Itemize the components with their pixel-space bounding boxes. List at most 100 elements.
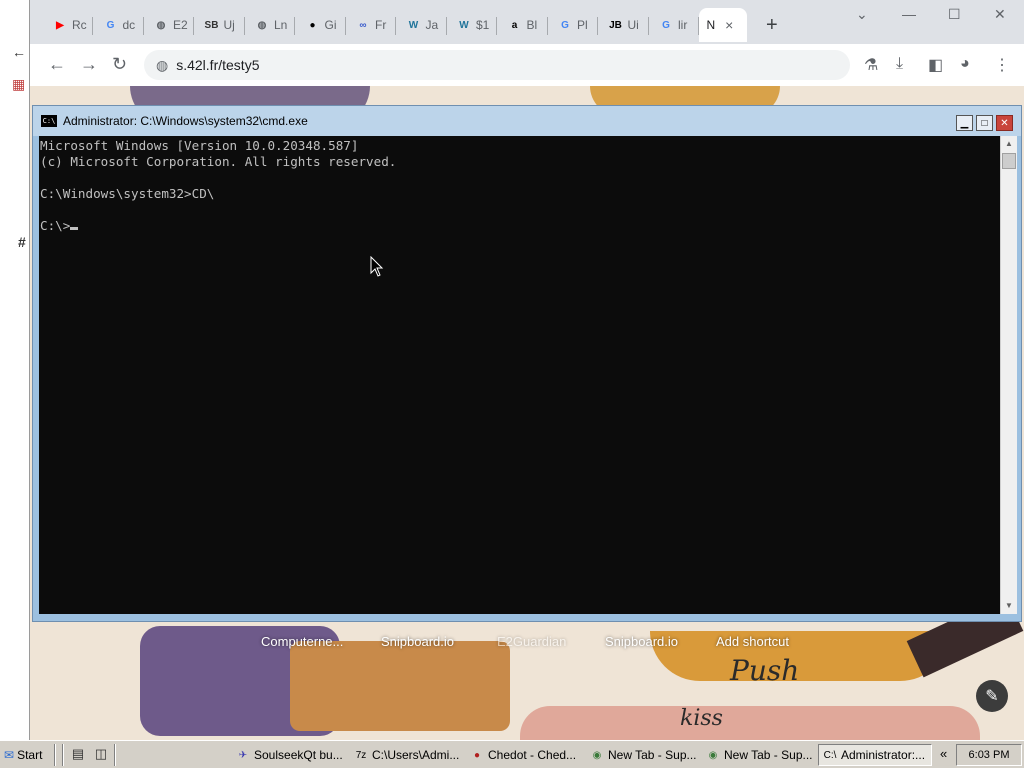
browser-tab[interactable]: ◍ Ln [246,8,295,42]
quicklaunch-explorer-icon[interactable]: ◫ [93,746,109,762]
taskbar-button[interactable]: ◉ New Tab - Sup... [586,744,698,766]
browser-tab[interactable]: W Ja [398,8,447,42]
browser-tab[interactable]: a Bl [499,8,548,42]
background-art [650,631,950,681]
system-tray-clock[interactable]: 6:03 PM [956,744,1022,766]
background-art [290,641,510,731]
windows-logo-icon: ✉ [4,748,15,762]
console-prompt: C:\> [40,218,71,233]
taskbar-button-label: New Tab - Sup... [608,748,697,762]
7zip-icon: 7z [355,749,367,761]
taskbar-separator [114,744,116,766]
google-icon: G [662,19,670,31]
clock-time: 6:03 PM [968,749,1010,761]
window-maximize-button[interactable]: ☐ [948,6,961,23]
reload-button[interactable]: ↻ [112,54,127,75]
cmd-close-button[interactable]: ✕ [996,115,1013,131]
window-minimize-button[interactable]: — [902,6,916,22]
tab-label: lir [678,18,688,32]
tab-separator [496,17,497,35]
browser-tab[interactable]: Gdc [95,8,144,42]
active-browser-tab[interactable]: N × [698,8,747,42]
console-scrollbar[interactable]: ▲ ▼ [1000,136,1017,614]
tab-separator [193,17,194,35]
download-icon[interactable]: ⤓ [896,55,903,73]
browser-tab[interactable]: W $1 [448,8,497,42]
taskbar-button-label: C:\Users\Admi... [372,748,460,762]
scroll-down-arrow-icon[interactable]: ▼ [1001,598,1017,614]
taskbar-button[interactable]: 7z C:\Users\Admi... [350,744,462,766]
browser-tab[interactable]: ∞ Fr [347,8,396,42]
back-button[interactable]: ← [48,54,66,75]
cmd-window: C:\ Administrator: C:\Windows\system32\c… [32,105,1022,622]
cmd-app-icon[interactable]: C:\ [41,115,57,127]
quicklaunch-desktop-icon[interactable]: ▤ [70,746,86,762]
new-tab-plus-icon[interactable]: + [766,14,778,37]
wordpress-icon: W [459,19,469,31]
cmd-maximize-button[interactable]: □ [976,115,993,131]
taskbar-separator [62,744,64,766]
taskbar-button[interactable]: ◉ New Tab - Sup... [702,744,814,766]
console-line: (c) Microsoft Corporation. All rights re… [40,154,397,169]
tab-separator [294,17,295,35]
shortcut-e2guardian[interactable]: E2Guardian [497,634,566,649]
tab-label: Rc [72,18,87,32]
tab-separator [546,17,548,35]
address-bar[interactable]: ◍ s.42l.fr/testy5 [144,50,850,80]
wordpress-icon: W [408,19,419,31]
tab-close-icon[interactable]: × [725,17,733,33]
labs-flask-icon[interactable]: ⚗ [864,55,878,75]
tray-expand-arrow-icon[interactable]: « [940,746,947,761]
taskbar: ✉ Start ▤ ◫ « 6:03 PM ✈ SoulseekQt bu... 7… [0,740,1024,768]
sb-icon: SB [204,19,219,31]
window-close-button[interactable]: ✕ [994,6,1006,23]
console-line: Microsoft Windows [Version 10.0.20348.58… [40,138,359,153]
add-shortcut[interactable]: Add shortcut [716,634,789,649]
infinity-icon: ∞ [359,19,367,31]
scroll-thumb[interactable] [1002,153,1016,169]
soulseek-icon: ✈ [238,749,248,761]
console-line: C:\Windows\system32>CD\ [40,186,215,201]
taskbar-button-label: New Tab - Sup... [724,748,813,762]
browser-tab[interactable]: ● Gi [297,8,346,42]
browser-tab[interactable]: ◍ E2 [145,8,194,42]
profile-avatar-icon[interactable]: ◕ [960,55,970,73]
console-output[interactable]: Microsoft Windows [Version 10.0.20348.58… [39,136,1000,614]
taskbar-button[interactable]: ● Chedot - Ched... [466,744,582,766]
site-info-icon[interactable]: ◍ [156,57,168,74]
browser-tab[interactable]: SB Uj [196,8,245,42]
scroll-up-arrow-icon[interactable]: ▲ [1001,136,1017,152]
tab-label: Fr [375,18,387,32]
customize-pencil-icon[interactable]: ✎ [976,680,1008,712]
chedot-icon: ● [473,749,481,761]
google-icon: G [561,19,569,31]
start-button[interactable]: ✉ Start [4,744,50,766]
globe-icon: ◍ [257,19,267,31]
tab-label: N [706,18,716,32]
shortcut-snipboard-2[interactable]: Snipboard.io [605,634,678,649]
taskbar-button[interactable]: C:\ Administrator:... [818,744,932,766]
cmd-icon: C:\ [823,749,837,761]
jb-icon: JB [609,19,622,31]
browser-tab[interactable]: ▶ Rc [44,8,93,42]
tab-label: Pl [577,18,588,32]
browser-tab[interactable]: G Pl [549,8,598,42]
side-panel-icon[interactable]: ◧ [928,55,943,75]
shortcut-snipboard[interactable]: Snipboard.io [381,634,454,649]
youtube-icon: ▶ [56,19,64,31]
forward-button[interactable]: → [80,54,98,75]
shortcut-computerne[interactable]: Computerne... [261,634,343,649]
browser-tab[interactable]: JB Ui [600,8,649,42]
tab-separator [395,17,396,35]
tab-label: Ui [627,18,639,32]
tab-search-chevron-icon[interactable]: ⌄ [856,6,868,23]
browser-toolbar: ← → ↻ ◍ s.42l.fr/testy5 ⚗ ⤓ ◧ ◕ ⋮ [30,44,1024,86]
browser-tab[interactable]: Glir [650,8,699,42]
taskbar-button[interactable]: ✈ SoulseekQt bu... [232,744,344,766]
art-text-kiss: kiss [680,706,723,731]
url-text: s.42l.fr/testy5 [176,57,260,73]
cmd-minimize-button[interactable]: ▁ [956,115,973,131]
cmd-title-bar[interactable]: C:\ Administrator: C:\Windows\system32\c… [33,106,1021,136]
menu-kebab-icon[interactable]: ⋮ [994,55,1010,75]
